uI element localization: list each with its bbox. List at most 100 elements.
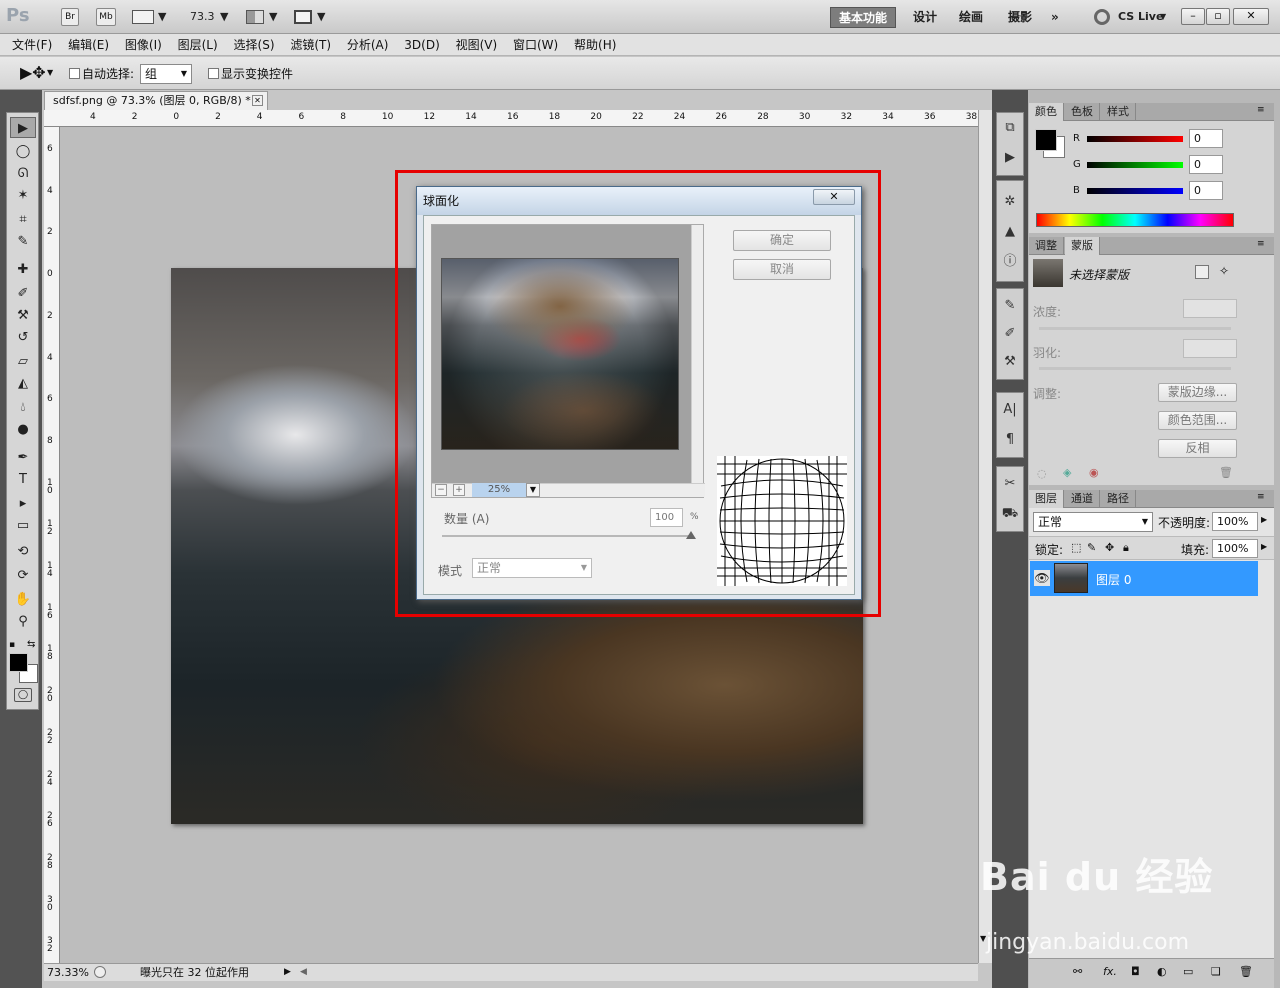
- arrange-documents-icon[interactable]: [246, 10, 264, 24]
- 3d-rotate-icon[interactable]: ⟲: [10, 541, 36, 562]
- tools-3d-icon[interactable]: ✂: [998, 473, 1022, 495]
- opacity-input[interactable]: 100%: [1212, 512, 1258, 531]
- path-select-icon[interactable]: ▸: [10, 493, 36, 514]
- document-tab[interactable]: sdfsf.png @ 73.3% (图层 0, RGB/8) * ✕: [44, 91, 268, 110]
- vector-mask-icon[interactable]: ✧: [1219, 264, 1229, 278]
- apply-mask-icon[interactable]: ◈: [1063, 466, 1071, 479]
- menu-3d[interactable]: 3D(D): [398, 34, 445, 56]
- materials-3d-icon[interactable]: ⛟: [998, 503, 1022, 525]
- invert-button[interactable]: 反相: [1158, 439, 1237, 458]
- menu-analysis[interactable]: 分析(A): [341, 34, 395, 56]
- character-icon[interactable]: A|: [998, 399, 1022, 421]
- brush-tool-icon[interactable]: ✐: [10, 283, 36, 304]
- more-workspaces[interactable]: »: [1043, 7, 1067, 28]
- pixel-mask-icon[interactable]: [1195, 265, 1209, 279]
- menu-edit[interactable]: 编辑(E): [62, 34, 115, 56]
- crop-tool-icon[interactable]: ⌗: [10, 209, 36, 230]
- menu-select[interactable]: 选择(S): [228, 34, 281, 56]
- new-layer-icon[interactable]: ❏: [1211, 965, 1221, 978]
- navigator-icon[interactable]: ✲: [998, 191, 1022, 213]
- zoom-tool-icon[interactable]: ⚲: [10, 611, 36, 632]
- lock-position-icon[interactable]: ✥: [1105, 541, 1114, 554]
- panel-menu-icon[interactable]: ≡: [1257, 239, 1265, 249]
- chevron-down-icon[interactable]: ▼: [220, 10, 228, 23]
- fill-arrow-icon[interactable]: ▶: [1261, 542, 1267, 551]
- close-document-icon[interactable]: ✕: [252, 95, 263, 106]
- add-mask-icon[interactable]: ◘: [1131, 965, 1140, 978]
- color-range-button[interactable]: 颜色范围...: [1158, 411, 1237, 430]
- zoom-level[interactable]: 73.3: [190, 10, 215, 23]
- mask-edge-button[interactable]: 蒙版边缘...: [1158, 383, 1237, 402]
- workspace-photography[interactable]: 摄影: [1000, 7, 1040, 28]
- screen-mode-icon[interactable]: [294, 10, 312, 24]
- menu-window[interactable]: 窗口(W): [507, 34, 564, 56]
- chevron-down-icon[interactable]: ▼: [269, 10, 277, 23]
- fg-color-swatch[interactable]: [1035, 129, 1057, 151]
- history-icon[interactable]: ⧉: [998, 117, 1022, 139]
- shape-tool-icon[interactable]: ▭: [10, 515, 36, 536]
- vertical-scrollbar[interactable]: ▼: [978, 110, 992, 963]
- panel-menu-icon[interactable]: ≡: [1257, 105, 1265, 115]
- g-slider[interactable]: [1087, 162, 1183, 168]
- view-extras-icon[interactable]: [132, 10, 154, 24]
- type-tool-icon[interactable]: T: [10, 469, 36, 490]
- actions-icon[interactable]: ▶: [998, 147, 1022, 169]
- lock-all-icon[interactable]: 🔒︎: [1123, 541, 1129, 555]
- status-info-icon[interactable]: [94, 966, 106, 978]
- show-transform-checkbox[interactable]: [208, 68, 219, 79]
- 3d-orbit-icon[interactable]: ⟳: [10, 565, 36, 586]
- pen-tool-icon[interactable]: ✒: [10, 447, 36, 468]
- foreground-color-swatch[interactable]: [9, 653, 28, 672]
- paint-bucket-icon[interactable]: ◭: [10, 373, 36, 394]
- lasso-tool-icon[interactable]: ᘏ: [10, 163, 36, 184]
- r-slider[interactable]: [1087, 136, 1183, 142]
- fill-input[interactable]: 100%: [1212, 539, 1258, 558]
- link-layers-icon[interactable]: ⚯: [1073, 965, 1082, 978]
- restore-button[interactable]: ▫: [1206, 8, 1230, 25]
- history-brush-icon[interactable]: ↺: [10, 327, 36, 348]
- delete-mask-icon[interactable]: 🗑︎: [1219, 466, 1233, 479]
- histogram-icon[interactable]: ▲: [998, 221, 1022, 243]
- g-input[interactable]: 0: [1189, 155, 1223, 174]
- blend-mode-dropdown[interactable]: 正常 ▼: [1033, 512, 1153, 532]
- disable-mask-icon[interactable]: ◉: [1089, 466, 1099, 479]
- layer-row[interactable]: 👁︎ 图层 0: [1030, 561, 1258, 596]
- panel-menu-icon[interactable]: ≡: [1257, 492, 1265, 502]
- close-button[interactable]: ✕: [1233, 8, 1269, 25]
- cslive-button[interactable]: CS Live: [1118, 10, 1163, 23]
- b-slider[interactable]: [1087, 188, 1183, 194]
- fx-button[interactable]: fx.: [1103, 965, 1117, 978]
- minimize-button[interactable]: –: [1181, 8, 1205, 25]
- clone-source-icon[interactable]: ⚒: [998, 351, 1022, 373]
- status-menu-arrow-icon[interactable]: ▶: [284, 964, 291, 981]
- menu-image[interactable]: 图像(I): [119, 34, 168, 56]
- tab-styles[interactable]: 样式: [1101, 103, 1136, 121]
- layer-name[interactable]: 图层 0: [1096, 571, 1131, 588]
- tab-color[interactable]: 颜色: [1029, 103, 1064, 121]
- workspace-painting[interactable]: 绘画: [951, 7, 991, 28]
- healing-brush-icon[interactable]: ✚: [10, 259, 36, 280]
- move-tool-icon[interactable]: ▶: [10, 117, 36, 138]
- brushes-icon[interactable]: ✐: [998, 323, 1022, 345]
- marquee-tool-icon[interactable]: ◯: [10, 141, 36, 162]
- workspace-essentials[interactable]: 基本功能: [830, 7, 897, 28]
- info-icon[interactable]: ⓘ: [998, 251, 1022, 273]
- r-input[interactable]: 0: [1189, 129, 1223, 148]
- hand-tool-icon[interactable]: ✋: [10, 589, 36, 610]
- tab-swatches[interactable]: 色板: [1065, 103, 1100, 121]
- chevron-down-icon[interactable]: ▼: [317, 10, 325, 23]
- eyedropper-tool-icon[interactable]: ✎: [10, 231, 36, 252]
- move-tool-icon[interactable]: ▶✥: [20, 63, 46, 82]
- menu-file[interactable]: 文件(F): [6, 34, 58, 56]
- feather-input[interactable]: [1183, 339, 1237, 358]
- chevron-down-icon[interactable]: ▼: [1160, 12, 1166, 21]
- minibridge-button[interactable]: Mb: [96, 8, 116, 26]
- scroll-left-icon[interactable]: ◀: [300, 964, 307, 981]
- lock-image-icon[interactable]: ✎: [1087, 541, 1096, 554]
- default-colors-icon[interactable]: ▪: [9, 640, 15, 650]
- color-spectrum-bar[interactable]: [1036, 213, 1234, 227]
- new-group-icon[interactable]: ▭: [1183, 965, 1193, 978]
- adjustment-layer-icon[interactable]: ◐: [1157, 965, 1167, 978]
- density-slider[interactable]: [1039, 327, 1231, 330]
- bridge-button[interactable]: Br: [61, 8, 79, 26]
